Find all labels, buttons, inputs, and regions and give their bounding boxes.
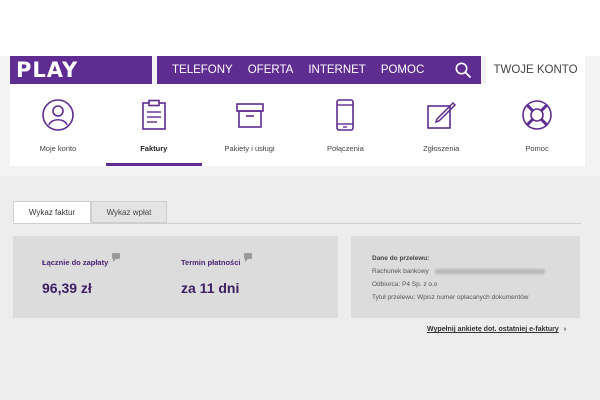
nav-pomoc[interactable]: POMOC bbox=[381, 64, 424, 76]
play-logo[interactable]: PLAY bbox=[10, 56, 152, 84]
nav-oferta[interactable]: OFERTA bbox=[248, 64, 294, 76]
phone-icon bbox=[336, 99, 355, 131]
account-tab[interactable]: TWOJE KONTO bbox=[486, 56, 585, 84]
transfer-title-value: Wpisz numer opłacanych dokumentów bbox=[417, 294, 529, 301]
section-pomoc[interactable]: Pomoc bbox=[489, 84, 585, 166]
payment-term: Termin płatności za 11 dni bbox=[181, 253, 253, 296]
bank-account-label: Rachunek bankowy bbox=[372, 268, 429, 275]
nav-telefony[interactable]: TELEFONY bbox=[172, 64, 233, 76]
section-label: Moje konto bbox=[39, 144, 77, 153]
main-nav: TELEFONY OFERTA INTERNET POMOC bbox=[157, 56, 481, 84]
total-due-label: Łącznie do zapłaty bbox=[42, 258, 109, 267]
section-label: Pomoc bbox=[525, 144, 549, 153]
info-bubble-icon[interactable] bbox=[112, 253, 121, 262]
section-label: Połączenia bbox=[327, 144, 364, 153]
section-pakiety[interactable]: Pakiety i usługi bbox=[202, 84, 298, 166]
section-polaczenia[interactable]: Połączenia bbox=[297, 84, 393, 166]
section-label: Zgłoszenia bbox=[423, 144, 460, 153]
invoice-icon bbox=[141, 99, 166, 130]
bank-account-row: Rachunek bankowy bbox=[372, 265, 545, 278]
lifebuoy-icon bbox=[522, 100, 552, 130]
section-nav: Moje konto Faktury Pakiety i usługi Połą… bbox=[10, 84, 585, 166]
recipient-row: Odbiorca: P4 Sp. z o.o bbox=[372, 278, 545, 291]
info-bubble-icon[interactable] bbox=[244, 253, 253, 262]
nav-internet[interactable]: INTERNET bbox=[308, 64, 366, 76]
tab-payments[interactable]: Wykaz wpłat bbox=[91, 201, 167, 223]
recipient-label: Odbiorca: bbox=[372, 281, 401, 288]
section-label: Pakiety i usługi bbox=[224, 144, 275, 153]
section-faktury[interactable]: Faktury bbox=[105, 84, 202, 166]
chevron-right-icon: › bbox=[563, 326, 567, 333]
recipient-value: P4 Sp. z o.o bbox=[402, 281, 438, 288]
invoice-tabs: Wykaz faktur Wykaz wpłat bbox=[13, 201, 581, 224]
survey-link[interactable]: Wypełnij ankietę dot. ostatniej e-faktur… bbox=[427, 326, 566, 333]
transfer-details: Dane do przelewu: Rachunek bankowy Odbio… bbox=[372, 252, 545, 304]
tab-invoices[interactable]: Wykaz faktur bbox=[13, 201, 91, 223]
payment-term-value: za 11 dni bbox=[181, 280, 240, 296]
transfer-title-row: Tytuł przelewu: Wpisz numer opłacanych d… bbox=[372, 291, 545, 304]
logo-text: PLAY bbox=[16, 58, 79, 82]
total-due-value: 96,39 zł bbox=[42, 280, 92, 296]
transfer-title: Dane do przelewu: bbox=[372, 255, 430, 262]
survey-link-text: Wypełnij ankietę dot. ostatniej e-faktur… bbox=[427, 326, 559, 333]
transfer-details-panel: Dane do przelewu: Rachunek bankowy Odbio… bbox=[351, 236, 580, 318]
search-icon[interactable] bbox=[454, 61, 472, 79]
transfer-title-label: Tytuł przelewu: bbox=[372, 294, 416, 301]
bank-account-number-redacted bbox=[434, 268, 545, 274]
payment-term-label: Termin płatności bbox=[181, 258, 241, 267]
total-due: Łącznie do zapłaty 96,39 zł bbox=[42, 253, 121, 296]
box-icon bbox=[235, 103, 264, 128]
user-icon bbox=[42, 99, 74, 131]
edit-icon bbox=[427, 101, 457, 129]
section-moje-konto[interactable]: Moje konto bbox=[10, 84, 106, 166]
payment-summary-panel: Łącznie do zapłaty 96,39 zł Termin płatn… bbox=[13, 236, 338, 318]
section-zgloszenia[interactable]: Zgłoszenia bbox=[393, 84, 489, 166]
section-label: Faktury bbox=[140, 144, 168, 153]
